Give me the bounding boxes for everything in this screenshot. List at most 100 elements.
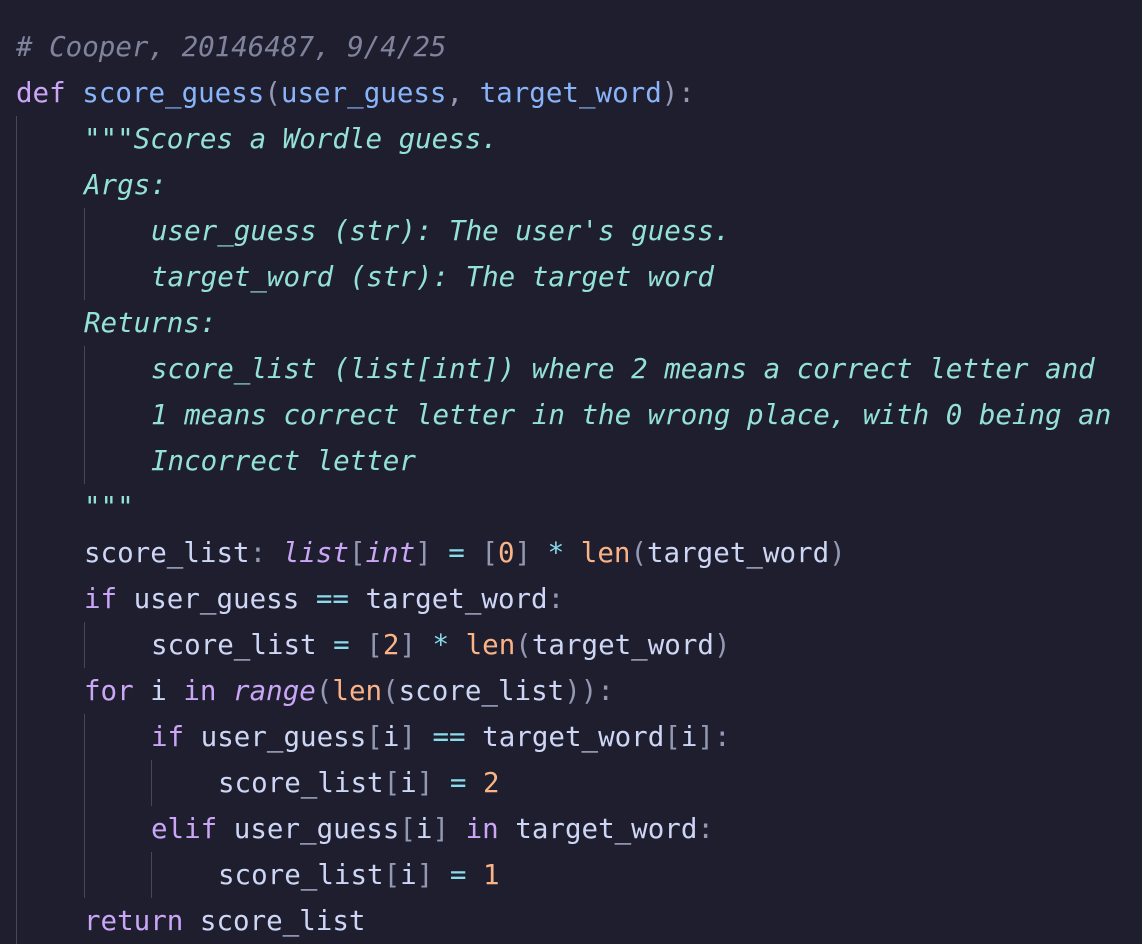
bracket: ]: [432, 813, 450, 845]
paren-close: ):: [661, 77, 695, 109]
elif-keyword: elif: [151, 813, 218, 845]
variable: score_list: [183, 905, 366, 937]
paren: (: [315, 675, 333, 707]
code-line-17[interactable]: score_list[i] = 2: [218, 760, 500, 806]
code-line-19[interactable]: score_list[i] = 1: [218, 852, 500, 898]
variable: i: [133, 675, 184, 707]
number-literal: 1: [482, 859, 500, 891]
code-line-2[interactable]: def score_guess(user_guess, target_word)…: [16, 70, 695, 116]
indent-guide: [16, 116, 17, 944]
operator: ==: [315, 583, 349, 615]
variable: i: [382, 721, 400, 753]
bracket: [: [664, 721, 681, 753]
number-literal: 2: [482, 767, 500, 799]
if-keyword: if: [84, 583, 118, 615]
docstring-text: Args:: [84, 169, 167, 201]
variable: score_list: [218, 859, 384, 891]
bracket: ]: [399, 721, 416, 753]
docstring-text: """: [84, 491, 134, 523]
for-keyword: for: [84, 675, 134, 707]
operator: =: [431, 537, 482, 569]
builtin-function: len: [580, 537, 631, 569]
indent-guide: [84, 714, 85, 898]
code-line-16[interactable]: if user_guess[i] == target_word[i]:: [151, 714, 731, 760]
paren: ): [713, 629, 731, 661]
paren: (: [630, 537, 647, 569]
variable: user_guess: [117, 583, 316, 615]
type-hint: list: [282, 537, 349, 569]
variable: score_list: [398, 675, 565, 707]
indent-guide: [84, 622, 85, 668]
bracket: ]: [416, 767, 434, 799]
colon: :: [547, 583, 565, 615]
code-line-8[interactable]: score_list (list[int]) where 2 means a c…: [151, 346, 1095, 392]
variable: score_list: [218, 767, 384, 799]
code-line-3[interactable]: """Scores a Wordle guess.: [84, 116, 498, 162]
docstring-text: """Scores a Wordle guess.: [84, 123, 498, 155]
param-separator: ,: [446, 77, 480, 109]
annotation-colon: :: [249, 537, 283, 569]
operator: =: [433, 767, 483, 799]
variable: score_list: [84, 537, 250, 569]
variable: user_guess: [217, 813, 400, 845]
code-line-18[interactable]: elif user_guess[i] in target_word:: [151, 806, 714, 852]
variable: target_word: [482, 721, 665, 753]
docstring-text: Returns:: [84, 307, 217, 339]
docstring-text: user_guess (str): The user's guess.: [151, 215, 731, 247]
bracket: ]: [399, 629, 416, 661]
code-line-11[interactable]: """: [84, 484, 134, 530]
bracket: [: [366, 721, 383, 753]
variable: i: [680, 721, 698, 753]
bracket: ]: [415, 537, 432, 569]
in-keyword: in: [465, 813, 499, 845]
variable: target_word: [498, 813, 698, 845]
param-user-guess: user_guess: [280, 77, 447, 109]
docstring-text: Incorrect letter: [151, 445, 416, 477]
docstring-text: target_word (str): The target word: [151, 261, 714, 293]
param-target-word: target_word: [479, 77, 662, 109]
operator: =: [433, 859, 483, 891]
bracket: [: [348, 537, 366, 569]
variable: i: [400, 859, 417, 891]
code-line-10[interactable]: Incorrect letter: [151, 438, 416, 484]
code-line-13[interactable]: if user_guess == target_word:: [84, 576, 564, 622]
builtin-range: range: [233, 675, 316, 707]
code-line-7[interactable]: Returns:: [84, 300, 216, 346]
bracket: [: [366, 629, 383, 661]
code-line-15[interactable]: for i in range(len(score_list)):: [84, 668, 614, 714]
indent-guide: [151, 760, 152, 806]
bracket: ]: [416, 859, 434, 891]
variable: target_word: [348, 583, 548, 615]
variable: i: [415, 813, 433, 845]
indent-guide: [84, 346, 85, 484]
code-line-4[interactable]: Args:: [84, 162, 167, 208]
paren-open: (: [264, 77, 281, 109]
if-keyword: if: [151, 721, 185, 753]
code-line-12[interactable]: score_list: list[int] = [0] * len(target…: [84, 530, 846, 576]
operator: =: [316, 629, 367, 661]
bracket: [: [383, 859, 401, 891]
code-line-20[interactable]: return score_list: [84, 898, 365, 944]
def-keyword: def: [16, 77, 66, 109]
code-line-5[interactable]: user_guess (str): The user's guess.: [151, 208, 730, 254]
bracket: ]:: [697, 721, 731, 753]
code-line-6[interactable]: target_word (str): The target word: [151, 254, 714, 300]
code-line-1[interactable]: # Cooper, 20146487, 9/4/25: [16, 24, 446, 70]
colon: :: [597, 675, 614, 707]
in-keyword: in: [183, 675, 217, 707]
variable: target_word: [531, 629, 714, 661]
variable: user_guess: [184, 721, 367, 753]
paren: (: [382, 675, 399, 707]
bracket: ]: [514, 537, 532, 569]
header-comment: # Cooper, 20146487, 9/4/25: [16, 31, 447, 63]
return-keyword: return: [84, 905, 184, 937]
code-line-9[interactable]: 1 means correct letter in the wrong plac…: [151, 392, 1111, 438]
number-literal: 0: [497, 537, 515, 569]
variable: target_word: [647, 537, 830, 569]
code-line-14[interactable]: score_list = [2] * len(target_word): [151, 622, 731, 668]
code-editor[interactable]: # Cooper, 20146487, 9/4/25 def score_gue…: [0, 0, 1142, 944]
number-literal: 2: [382, 629, 400, 661]
builtin-function: len: [465, 629, 516, 661]
